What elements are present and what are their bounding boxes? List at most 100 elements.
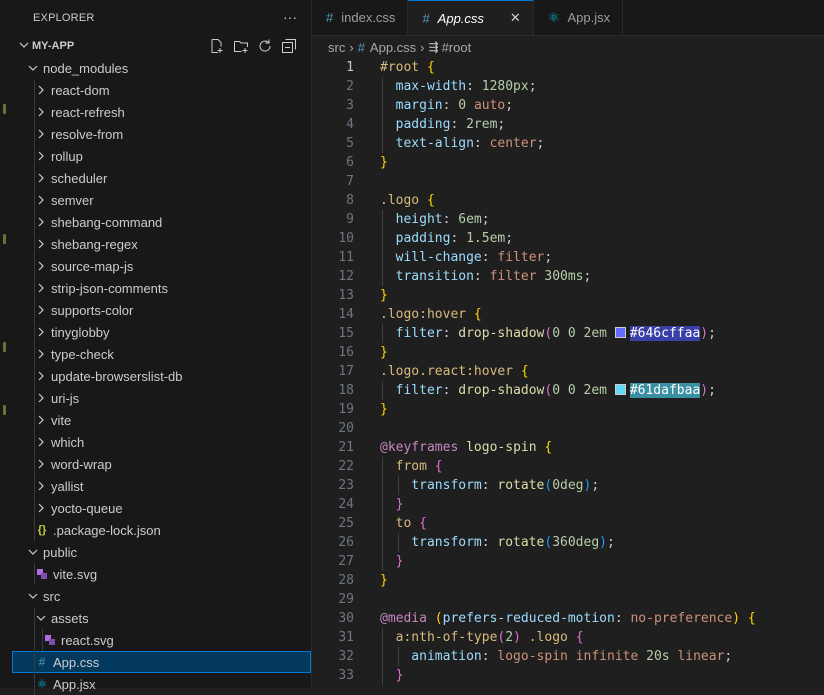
tree-item-label: public (43, 544, 77, 560)
tree-item[interactable]: uri-js (12, 387, 311, 409)
tree-item[interactable]: update-browserslist-db (12, 365, 311, 387)
tab-label: index.css (341, 10, 396, 25)
explorer-header: EXPLORER (12, 0, 311, 35)
indent-guide (34, 475, 35, 497)
chevron-right-icon (35, 261, 47, 271)
indent-guide (382, 96, 383, 115)
tree-item-label: App.css (53, 654, 100, 670)
indent-guide (34, 123, 35, 145)
code-token: } (380, 554, 404, 569)
indent-guide (398, 647, 399, 666)
new-file-icon[interactable] (209, 38, 225, 54)
tree-item[interactable]: resolve-from (12, 123, 311, 145)
code-token: prefers-reduced-motion (442, 611, 615, 626)
tree-item[interactable]: shebang-command (12, 211, 311, 233)
code-token: 2em (583, 326, 607, 341)
tree-item[interactable]: word-wrap (12, 453, 311, 475)
tree-item[interactable]: yallist (12, 475, 311, 497)
collapse-all-icon[interactable] (281, 38, 297, 54)
tree-item[interactable]: vite (12, 409, 311, 431)
new-folder-icon[interactable] (233, 38, 249, 54)
line-number: 14 (338, 307, 354, 322)
explorer-title: EXPLORER (33, 11, 95, 24)
tree-item-label: resolve-from (51, 126, 124, 142)
svg-file-icon (35, 568, 49, 580)
tab-app-jsx[interactable]: ⚛ App.jsx (534, 0, 624, 35)
code-token: a:nth-of-type (380, 630, 498, 645)
project-section-header[interactable]: MY-APP (12, 35, 311, 57)
tree-item[interactable]: supports-color (12, 299, 311, 321)
tree-item[interactable]: type-check (12, 343, 311, 365)
tree-item[interactable]: ⚛ App.jsx (12, 673, 311, 695)
color-swatch-icon[interactable] (614, 384, 626, 395)
tree-item[interactable]: {} .package-lock.json (12, 519, 311, 541)
line-number: 26 (338, 535, 354, 550)
indent-guide (34, 79, 35, 101)
tab-app-css[interactable]: # App.css ✕ (408, 0, 534, 35)
code-line: .logo { (380, 191, 824, 210)
tree-item[interactable]: public (12, 541, 311, 563)
code-token: .logo:hover (380, 307, 467, 322)
line-number: 23 (338, 478, 354, 493)
tree-item[interactable]: vite.svg (12, 563, 311, 585)
tree-item[interactable]: yocto-queue (12, 497, 311, 519)
tab-index-css[interactable]: # index.css (312, 0, 409, 35)
code-token: : (481, 535, 498, 550)
line-number: 16 (338, 345, 354, 360)
line-number: 3 (346, 98, 354, 113)
chevron-right-icon (35, 371, 47, 381)
code-token: ; (583, 269, 592, 284)
tree-item[interactable]: strip-json-comments (12, 277, 311, 299)
code-token: ; (708, 326, 716, 341)
tree-item[interactable]: react-dom (12, 79, 311, 101)
code-line: padding: 2rem; (380, 115, 824, 134)
tree-item[interactable]: assets (12, 607, 311, 629)
code-token: #61dafbaa (629, 383, 701, 398)
code-token: 0deg (552, 478, 584, 493)
indent-guide (42, 629, 43, 651)
tree-item[interactable]: node_modules (12, 57, 311, 79)
color-swatch-icon[interactable] (614, 327, 626, 338)
code-token: drop-shadow (458, 326, 545, 341)
code-token: ) (513, 630, 521, 645)
code-token: ; (607, 535, 615, 550)
tree-item[interactable]: src (12, 585, 311, 607)
tree-item[interactable]: react.svg (12, 629, 311, 651)
tree-item[interactable]: tinyglobby (12, 321, 311, 343)
code-editor[interactable]: 1 2 3 4 5 6 7 8 9 10 11 12 13 14 15 16 17 18 19 20 21 22 23 24 2… (312, 58, 824, 688)
close-icon[interactable]: ✕ (510, 10, 521, 26)
code-token: ; (505, 98, 514, 113)
tree-item[interactable]: react-refresh (12, 101, 311, 123)
indent-guide (34, 629, 35, 651)
tree-item[interactable]: # App.css (12, 651, 311, 673)
code-token: 0 (567, 326, 576, 341)
indent-guide (34, 673, 35, 695)
code-line: a:nth-of-type(2) .logo { (380, 628, 824, 647)
chevron-right-icon (35, 481, 47, 491)
chevron-right-icon (35, 173, 47, 183)
code-token: linear (677, 649, 725, 664)
more-actions-button[interactable]: ··· (283, 9, 297, 25)
indent-guide (34, 255, 35, 277)
tree-item-label: vite.svg (53, 566, 98, 582)
code-line: } (380, 286, 824, 305)
code-area[interactable]: #root { max-width: 1280px; margin: 0 aut… (380, 58, 824, 685)
code-token: { (419, 516, 427, 531)
breadcrumb-file[interactable]: App.css (370, 40, 416, 55)
tree-item[interactable]: shebang-regex (12, 233, 311, 255)
tree-item[interactable]: scheduler (12, 167, 311, 189)
breadcrumb-folder[interactable]: src (328, 40, 345, 55)
code-token: } (380, 345, 388, 360)
tree-item[interactable]: semver (12, 189, 311, 211)
code-token: 6em (458, 212, 482, 227)
tree-item[interactable]: which (12, 431, 311, 453)
indent-guide (382, 514, 383, 533)
refresh-icon[interactable] (257, 38, 273, 54)
breadcrumb-symbol[interactable]: #root (442, 40, 472, 55)
tree-item[interactable]: rollup (12, 145, 311, 167)
tree-item[interactable]: source-map-js (12, 255, 311, 277)
code-token: : (473, 269, 490, 284)
